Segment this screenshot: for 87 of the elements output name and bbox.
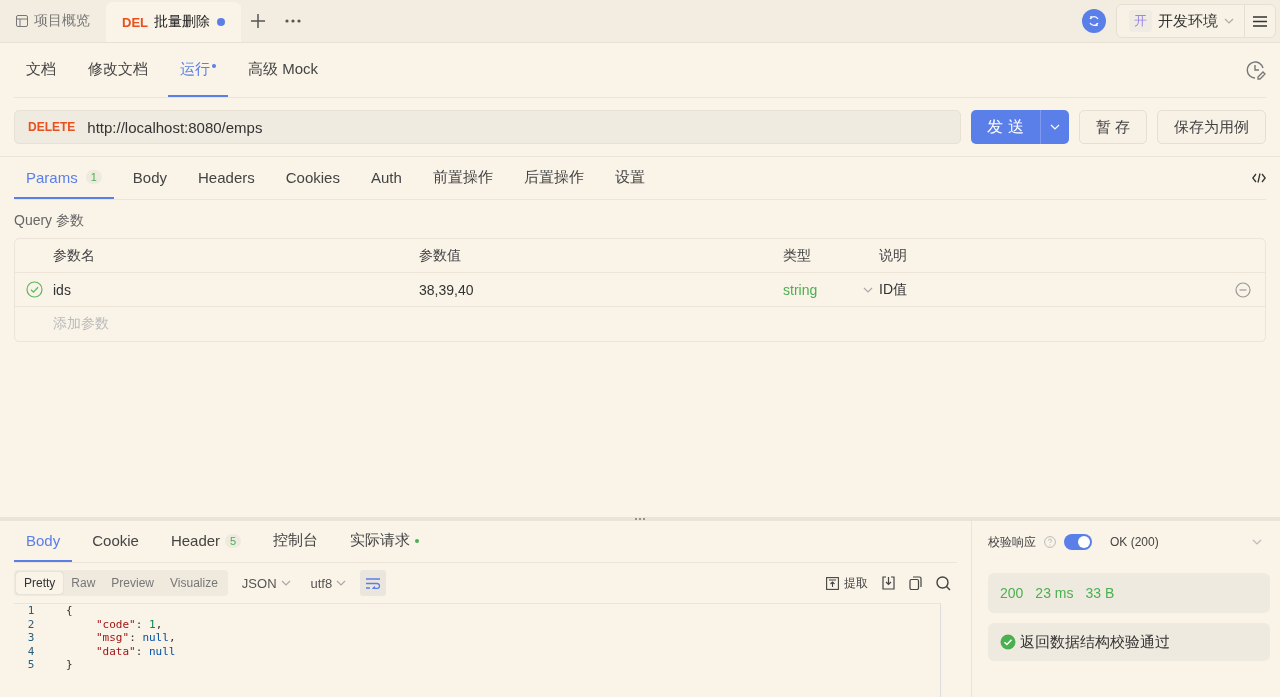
- column-header: 参数名: [53, 246, 96, 265]
- tab-title: 项目概览: [34, 12, 90, 30]
- param-value: 38,39,40: [419, 281, 475, 298]
- mode-tab[interactable]: 文档: [14, 43, 68, 97]
- line-number: 3: [26, 631, 36, 645]
- view-mode-option[interactable]: Pretty: [16, 572, 64, 594]
- wrap-toggle[interactable]: [360, 570, 387, 596]
- chevron-down-icon: [280, 580, 291, 586]
- column-header: 类型: [783, 246, 812, 265]
- history-edit-icon[interactable]: [1246, 60, 1266, 80]
- request-tab[interactable]: Body: [120, 157, 179, 199]
- code-line: "data": null: [95, 644, 176, 658]
- validation-toggle[interactable]: [1064, 534, 1092, 550]
- line-number: 2: [26, 617, 36, 631]
- request-tab[interactable]: 前置操作: [420, 157, 505, 199]
- mode-tab[interactable]: 运行: [168, 43, 228, 97]
- remove-icon[interactable]: [1235, 281, 1251, 298]
- response-tab[interactable]: Cookie: [80, 521, 151, 562]
- extract-icon: [826, 576, 839, 590]
- method-label: DEL: [122, 14, 148, 30]
- environment-name: 开发环境: [1158, 11, 1218, 31]
- request-tab[interactable]: 后置操作: [511, 157, 596, 199]
- search-icon[interactable]: [936, 575, 951, 591]
- help-icon: [1044, 536, 1056, 548]
- document-tab[interactable]: DEL 批量删除: [106, 2, 241, 42]
- line-number: 4: [26, 644, 36, 658]
- save-button[interactable]: 暂 存: [1078, 110, 1147, 144]
- menu-icon[interactable]: [1253, 15, 1267, 27]
- mode-tab[interactable]: 修改文档: [76, 43, 160, 97]
- chevron-down-icon: [863, 286, 873, 293]
- request-tab[interactable]: Headers: [186, 157, 267, 199]
- url-field[interactable]: DELETE http://localhost:8080/emps: [14, 110, 962, 144]
- document-tab[interactable]: 项目概览: [0, 0, 106, 42]
- sync-button[interactable]: [1082, 9, 1106, 33]
- chevron-down-icon: [1224, 18, 1234, 24]
- download-icon[interactable]: [882, 576, 895, 590]
- stat-value: 200: [1000, 585, 1024, 601]
- method-label: DELETE: [28, 120, 76, 134]
- count-badge: 1: [85, 170, 102, 184]
- encoding-dropdown[interactable]: utf8: [304, 575, 353, 591]
- chevron-down-icon: [1252, 539, 1262, 545]
- send-button[interactable]: 发 送: [971, 110, 1069, 144]
- code-icon[interactable]: [1252, 173, 1266, 183]
- request-tab[interactable]: Cookies: [273, 157, 352, 199]
- line-number: 5: [26, 658, 36, 672]
- stat-value: 23 ms: [1035, 585, 1074, 601]
- result-text: 返回数据结构校验通过: [1020, 632, 1170, 652]
- url-text: http://localhost:8080/emps: [87, 118, 263, 136]
- plus-icon[interactable]: [251, 14, 265, 28]
- column-header: 说明: [879, 246, 908, 265]
- check-circle-icon[interactable]: [25, 281, 43, 298]
- status-text: OK (200): [1110, 535, 1159, 549]
- tab-title: 批量删除: [154, 13, 210, 31]
- wrap-icon: [366, 577, 381, 589]
- param-description: ID值: [879, 280, 908, 299]
- request-tab[interactable]: Auth: [358, 157, 414, 199]
- count-badge: 5: [225, 533, 242, 548]
- stat-value: 33 B: [1085, 585, 1115, 601]
- environment-dropdown[interactable]: 开 开发环境: [1117, 5, 1245, 37]
- sync-icon: [1088, 15, 1100, 27]
- copy-icon[interactable]: [909, 576, 922, 590]
- chevron-down-icon: [336, 580, 347, 586]
- code-line: }: [65, 658, 73, 672]
- response-tab[interactable]: Header 5: [158, 521, 254, 562]
- code-line: {: [65, 604, 73, 618]
- section-title: Query 参数: [13, 211, 85, 230]
- layout-icon: [16, 15, 28, 27]
- format-dropdown[interactable]: JSON: [235, 575, 297, 591]
- unsaved-dot: [217, 18, 225, 26]
- code-line: "code": 1,: [95, 617, 163, 631]
- view-mode-option[interactable]: Raw: [63, 572, 104, 594]
- column-header: 参数值: [419, 246, 462, 265]
- line-number: 1: [26, 604, 36, 618]
- more-icon[interactable]: [285, 19, 301, 23]
- extract-button[interactable]: 提取: [826, 574, 868, 592]
- response-tab[interactable]: 实际请求: [338, 521, 432, 562]
- validation-label: 校验响应: [988, 533, 1036, 551]
- param-name: ids: [53, 281, 72, 298]
- chevron-down-icon: [1049, 124, 1060, 130]
- request-tab[interactable]: 设置: [602, 157, 657, 199]
- environment-badge: 开: [1129, 10, 1152, 32]
- save-as-case-button[interactable]: 保存为用例: [1157, 110, 1266, 144]
- view-mode-option[interactable]: Preview: [103, 572, 163, 594]
- code-line: "msg": null,: [95, 631, 176, 645]
- mode-tab[interactable]: 高级 Mock: [236, 43, 330, 97]
- view-mode-option[interactable]: Visualize: [162, 572, 226, 594]
- response-tab[interactable]: 控制台: [261, 521, 331, 562]
